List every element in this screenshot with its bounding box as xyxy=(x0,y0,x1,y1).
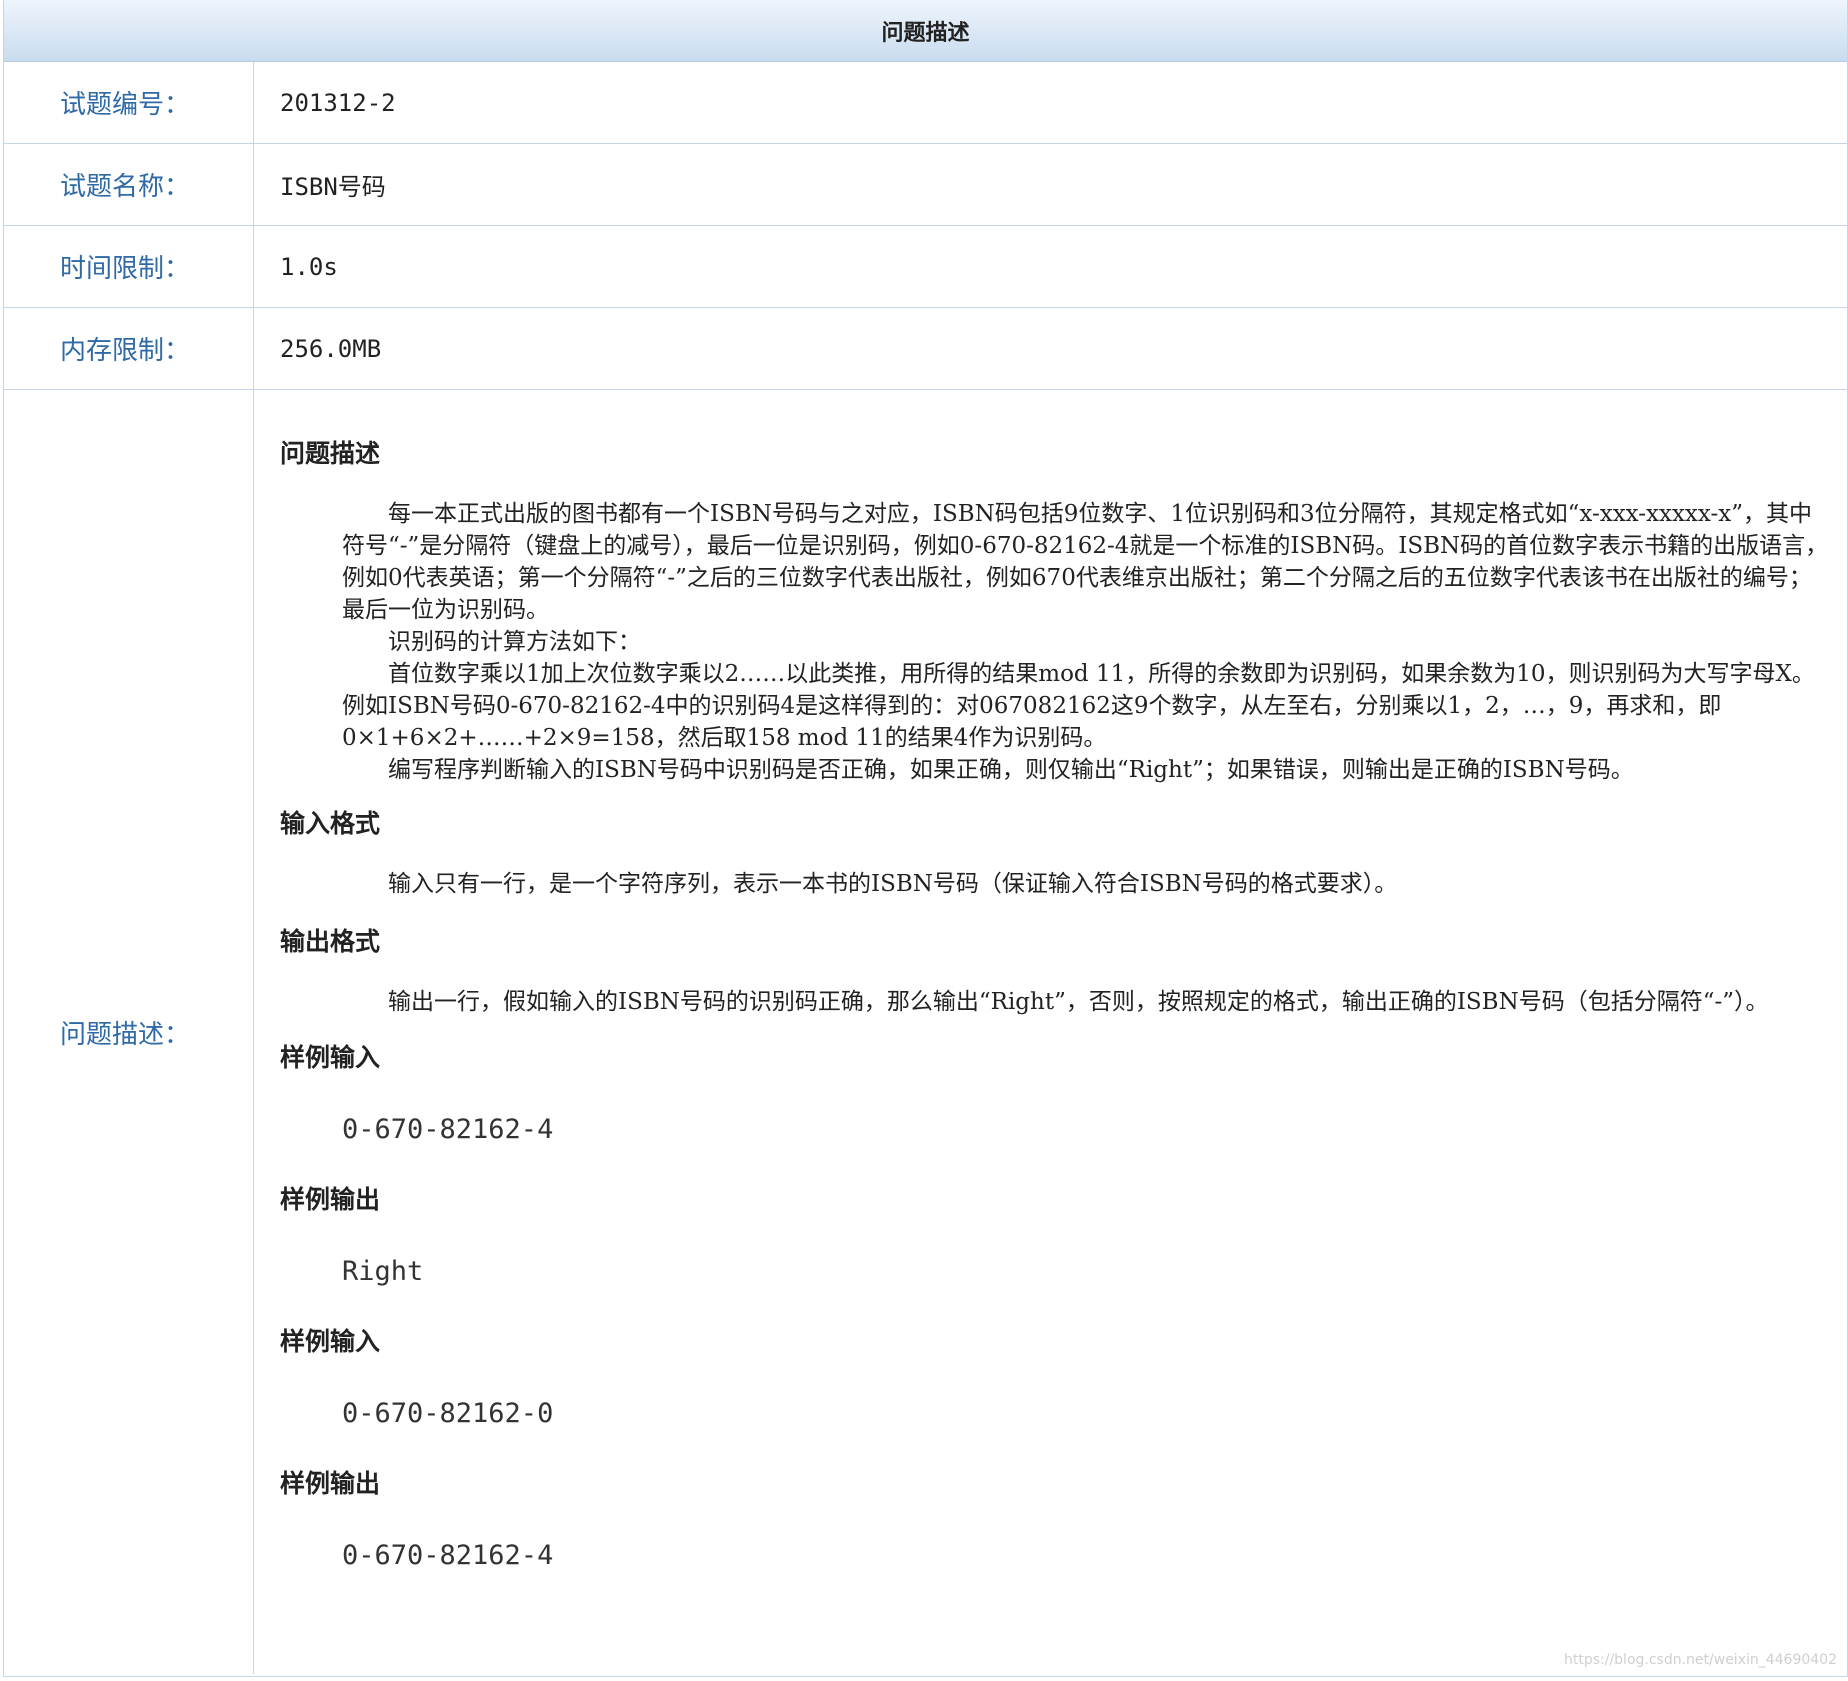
output-format-body: 输出一行，假如输入的ISBN号码的识别码正确，那么输出“Right”，否则，按照… xyxy=(342,986,1829,1018)
description-label: 问题描述： xyxy=(4,390,254,1674)
sample-input-value: 0-670-82162-4 xyxy=(342,1114,554,1145)
info-value: ISBN号码 xyxy=(280,173,386,201)
input-format-body: 输入只有一行，是一个字符序列，表示一本书的ISBN号码（保证输入符合ISBN号码… xyxy=(342,868,1829,900)
sample-input-title: 样例输入 xyxy=(280,1327,381,1356)
sample-output-title: 样例输出 xyxy=(280,1185,381,1214)
info-row-memory-limit: 内存限制： 256.0MB xyxy=(4,308,1847,390)
problem-paragraph: 每一本正式出版的图书都有一个ISBN号码与之对应，ISBN码包括9位数字、1位识… xyxy=(342,501,1829,623)
problem-body: 每一本正式出版的图书都有一个ISBN号码与之对应，ISBN码包括9位数字、1位识… xyxy=(342,498,1829,786)
problem-title: 问题描述 xyxy=(280,439,381,468)
info-label: 试题编号： xyxy=(4,62,254,143)
problem-paragraph: 首位数字乘以1加上次位数字乘以2……以此类推，用所得的结果mod 11，所得的余… xyxy=(342,661,1815,751)
description-content: 问题描述 每一本正式出版的图书都有一个ISBN号码与之对应，ISBN码包括9位数… xyxy=(254,390,1847,1674)
info-row-name: 试题名称： ISBN号码 xyxy=(4,144,1847,226)
header-title: 问题描述 xyxy=(881,20,970,46)
info-value: 1.0s xyxy=(280,252,338,281)
info-value: 201312-2 xyxy=(280,88,396,117)
info-label: 内存限制： xyxy=(4,308,254,389)
sample-input-title: 样例输入 xyxy=(280,1043,381,1072)
sample-input-value: 0-670-82162-0 xyxy=(342,1398,554,1429)
sample-output-title: 样例输出 xyxy=(280,1469,381,1498)
sample-output-value: Right xyxy=(342,1256,424,1287)
info-row-time-limit: 时间限制： 1.0s xyxy=(4,226,1847,308)
info-label: 时间限制： xyxy=(4,226,254,307)
table-header: 问题描述 xyxy=(4,0,1847,62)
sample-output-value: 0-670-82162-4 xyxy=(342,1540,554,1571)
description-row: 问题描述： 问题描述 每一本正式出版的图书都有一个ISBN号码与之对应，ISBN… xyxy=(4,390,1847,1674)
input-format-text: 输入只有一行，是一个字符序列，表示一本书的ISBN号码（保证输入符合ISBN号码… xyxy=(388,871,1398,897)
input-format-title: 输入格式 xyxy=(280,809,381,838)
output-format-text: 输出一行，假如输入的ISBN号码的识别码正确，那么输出“Right”，否则，按照… xyxy=(388,989,1769,1015)
problem-paragraph: 编写程序判断输入的ISBN号码中识别码是否正确，如果正确，则仅输出“Right”… xyxy=(388,757,1634,783)
info-value: 256.0MB xyxy=(280,334,382,363)
problem-paragraph: 识别码的计算方法如下： xyxy=(388,629,641,655)
problem-table: 问题描述 试题编号： 201312-2 试题名称： ISBN号码 时间限制： 1… xyxy=(3,0,1848,1677)
info-label: 试题名称： xyxy=(4,144,254,225)
watermark-text: https://blog.csdn.net/weixin_44690402 xyxy=(1563,1652,1837,1668)
output-format-title: 输出格式 xyxy=(280,927,381,956)
info-row-id: 试题编号： 201312-2 xyxy=(4,62,1847,144)
